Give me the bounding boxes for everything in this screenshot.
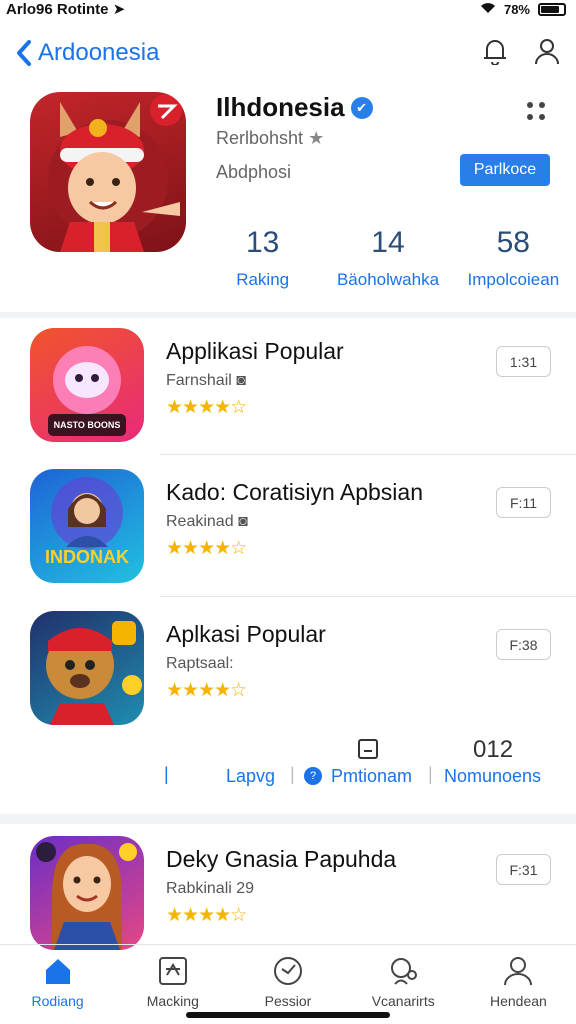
list-item[interactable]: NASTO BOONS Applikasi Popular Farnshail … (0, 328, 576, 468)
app-meta: Farnshail ◙ (166, 372, 246, 389)
back-button[interactable]: Ardoonesia (16, 39, 159, 67)
app-icon-caption: NASTO BOONS (53, 420, 121, 430)
app-category: Abdphosi (216, 162, 292, 182)
section-divider (0, 814, 576, 824)
info-badge-icon: ? (304, 767, 322, 785)
language-link[interactable]: Lapvg (226, 766, 275, 787)
app-action-button[interactable]: 1:31 (496, 346, 551, 377)
back-label: Ardoonesia (38, 39, 160, 66)
app-icon-caption: INDONAK (45, 547, 129, 567)
divider-mark: | (164, 764, 169, 784)
app-action-button[interactable]: F:11 (496, 487, 551, 518)
app-meta: Rabkinali 29 (166, 880, 255, 897)
divider-mark: | (428, 764, 433, 784)
app-name: Aplkasi Popular (166, 621, 326, 647)
info-icon: ◙ (236, 372, 246, 389)
app-developer: Rerlbohsht ★ (216, 128, 325, 148)
status-bar: Arlo96 Rotinte ➤ 78% (0, 0, 576, 18)
list-item[interactable]: Aplkasi Popular Raptsaal: ★★★★☆ F:38 (0, 611, 576, 751)
featured-app-icon[interactable] (30, 92, 186, 252)
tab-profile[interactable]: Hendean (461, 945, 576, 1024)
app-action-button[interactable]: F:38 (496, 629, 551, 660)
document-icon[interactable] (357, 738, 379, 765)
app-icon (30, 836, 144, 950)
chevron-left-icon (17, 40, 31, 66)
app-meta: Reakinad ◙ (166, 513, 248, 530)
wifi-icon (480, 2, 496, 17)
chat-icon (274, 957, 302, 985)
verified-badge-icon: ✔ (350, 96, 373, 119)
divider (160, 596, 576, 597)
stat-downloads: 14 Bäoholwahka (336, 226, 440, 289)
app-rating: ★★★★☆ (166, 680, 247, 701)
divider-mark: | (290, 764, 295, 784)
list-item[interactable]: INDONAK Kado: Coratisiyn Apbsian Reakina… (0, 469, 576, 609)
app-name: Applikasi Popular (166, 338, 344, 364)
info-icon: ◙ (238, 513, 248, 530)
action-bar: | Lapvg | ? Pmtionam | 012 Nomunoens (0, 736, 576, 794)
battery-text: 78% (503, 1, 530, 17)
featured-app: Ilhdonesia ✔ Rerlbohsht ★ Abdphosi Parlk… (0, 90, 576, 312)
app-name: Kado: Coratisiyn Apbsian (166, 479, 423, 505)
numbers-link[interactable]: Nomunoens (444, 766, 541, 787)
app-icon: NASTO BOONS (30, 328, 144, 442)
tab-home[interactable]: Rodiang (0, 945, 115, 1024)
app-stats: 13 Raking 14 Bäoholwahka 58 Impolcoiean (200, 226, 576, 290)
get-button[interactable]: Parlkoce (460, 154, 550, 186)
section-divider (0, 312, 576, 318)
app-icon (30, 611, 144, 725)
chart-icon (158, 957, 187, 985)
app-meta: Raptsaal: (166, 655, 234, 672)
app-title: Ilhdonesia ✔ (216, 92, 373, 123)
status-text: Arlo96 Rotinte ➤ (6, 1, 126, 18)
home-indicator[interactable] (186, 1012, 390, 1018)
option-link[interactable]: Pmtionam (331, 766, 412, 787)
star-icon: ★ (308, 128, 325, 148)
divider (160, 454, 576, 455)
app-rating: ★★★★☆ (166, 397, 247, 418)
count-value: 012 (473, 736, 514, 763)
stat-ranking: 13 Raking (236, 226, 290, 289)
stat-reviews: 58 Impolcoiean (467, 226, 560, 289)
app-icon: INDONAK (30, 469, 144, 583)
nav-bar: Ardoonesia (0, 30, 576, 76)
app-name: Deky Gnasia Papuhda (166, 846, 397, 872)
user-icon (504, 957, 533, 986)
app-title-text: Ilhdonesia (216, 92, 345, 122)
people-icon (391, 958, 418, 985)
app-action-button[interactable]: F:31 (496, 854, 551, 885)
more-options-icon[interactable] (527, 102, 547, 122)
bell-icon[interactable] (482, 37, 508, 70)
home-icon (45, 959, 70, 984)
profile-icon[interactable] (534, 37, 560, 70)
battery-icon (538, 2, 566, 16)
app-rating: ★★★★☆ (166, 905, 247, 926)
app-rating: ★★★★☆ (166, 538, 247, 559)
